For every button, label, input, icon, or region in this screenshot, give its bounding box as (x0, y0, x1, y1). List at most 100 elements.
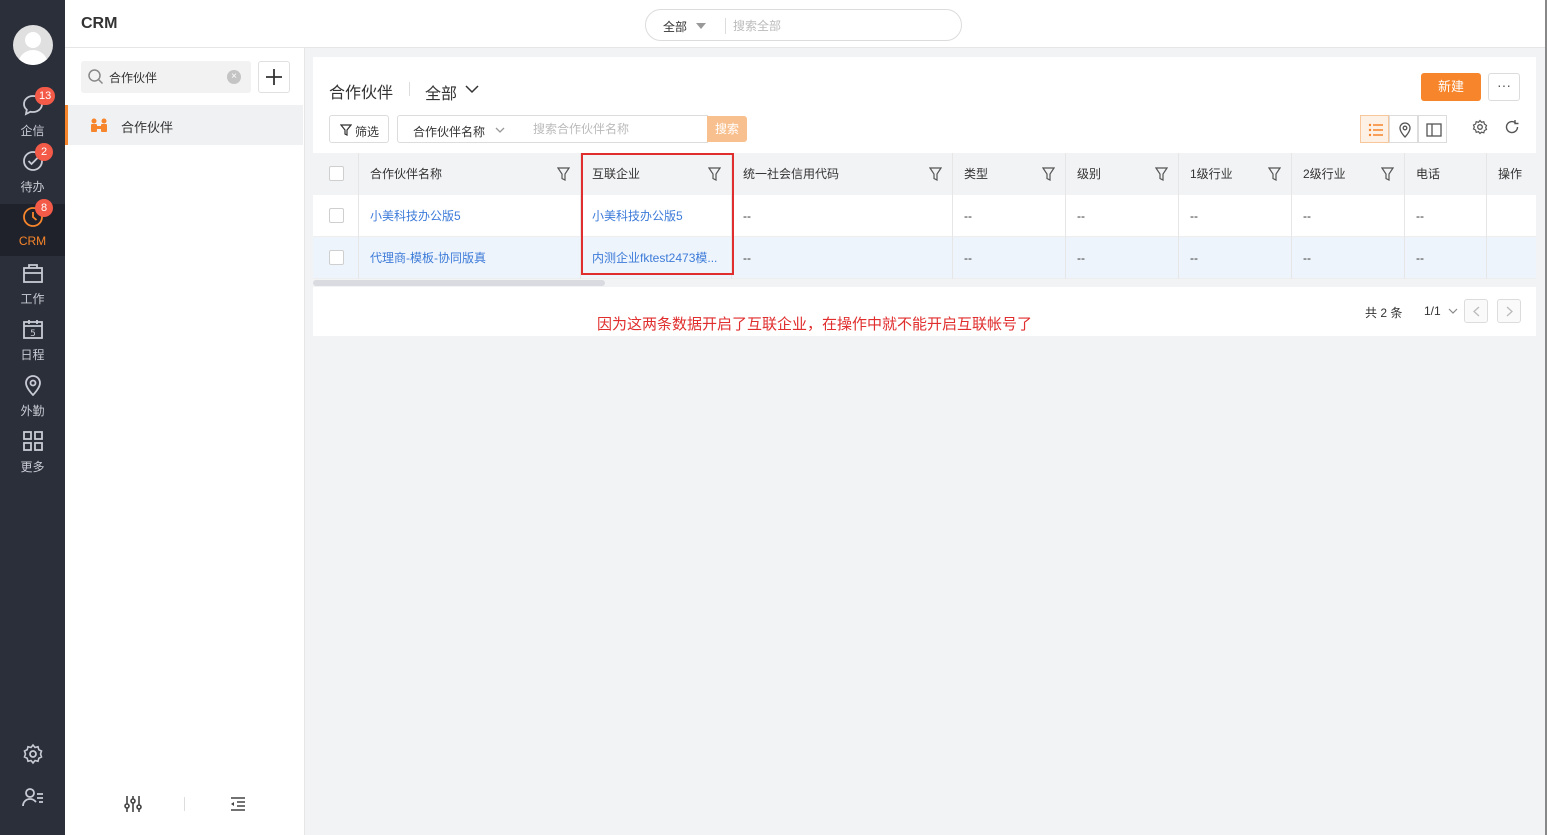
nav-item-todo[interactable]: 2 待办 (0, 143, 65, 200)
select-all-checkbox[interactable] (329, 166, 344, 181)
table-cell: -- (1066, 237, 1179, 279)
calendar-icon: 5 (23, 320, 43, 339)
settings-gear-icon (23, 743, 43, 765)
clear-icon[interactable]: × (227, 70, 241, 84)
sidebar-item-label: 合作伙伴 (121, 120, 174, 135)
table-row[interactable]: 小美科技办公版5 小美科技办公版5 -- -- -- -- -- -- (313, 195, 1536, 237)
nav-badge: 8 (35, 199, 53, 217)
nav-label: 更多 (20, 460, 45, 474)
sliders-icon (124, 796, 142, 812)
settings-icon[interactable] (1472, 119, 1488, 135)
search-input[interactable] (518, 115, 708, 143)
filter-icon[interactable] (1155, 167, 1168, 181)
partner-name-link[interactable]: 代理商-模板-协同版真 (359, 237, 581, 279)
search-icon (88, 69, 104, 85)
plus-icon (266, 69, 282, 85)
filter-icon[interactable] (557, 167, 570, 181)
pager-total: 共 2 条 (1365, 306, 1403, 320)
global-search: 全部 (645, 9, 962, 41)
search-button[interactable]: 搜索 (707, 116, 747, 142)
refresh-icon[interactable] (1504, 119, 1520, 135)
top-bar: CRM 全部 (65, 0, 1547, 48)
column-header[interactable]: 统一社会信用代码 (732, 153, 953, 195)
add-button[interactable] (258, 61, 290, 93)
action-cell[interactable] (1487, 237, 1536, 279)
table-header: 合作伙伴名称 互联企业 统一社会信用代码 类型 级别 1级行业 2级行业 电话 … (313, 153, 1536, 195)
row-checkbox[interactable] (329, 250, 344, 265)
chevron-down-icon[interactable] (1448, 308, 1458, 315)
chevron-down-icon[interactable] (465, 84, 479, 94)
nav-label: 日程 (20, 348, 45, 362)
filter-icon[interactable] (1042, 167, 1055, 181)
caret-down-icon[interactable] (696, 23, 706, 29)
column-header[interactable]: 合作伙伴名称 (359, 153, 581, 195)
sidebar-search-input[interactable] (109, 67, 219, 87)
avatar[interactable] (13, 25, 53, 65)
list-view-icon (1368, 123, 1383, 137)
table-cell: -- (1292, 195, 1405, 237)
scope-select[interactable]: 全部 (425, 80, 457, 104)
partner-icon (91, 118, 107, 132)
search-scope-select[interactable]: 全部 (663, 18, 687, 35)
funnel-icon (340, 124, 352, 136)
split-view-button[interactable] (1418, 115, 1447, 143)
nav-item-field[interactable]: 外勤 (0, 372, 65, 424)
linked-enterprise-link[interactable]: 内测企业fktest2473模... (581, 237, 732, 279)
list-view-button[interactable] (1360, 115, 1389, 143)
nav-item-work[interactable]: 工作 (0, 260, 65, 312)
nav-item-qixin[interactable]: 13 企信 (0, 87, 65, 144)
divider (725, 18, 726, 34)
page-title: 合作伙伴 (329, 85, 394, 102)
table-cell: -- (1179, 195, 1292, 237)
location-pin-icon (25, 375, 41, 396)
more-button[interactable]: ··· (1488, 73, 1520, 101)
nav-label: 外勤 (20, 404, 45, 418)
next-page-button[interactable] (1497, 299, 1521, 323)
filter-icon[interactable] (929, 167, 942, 181)
search-field-select[interactable]: 合作伙伴名称 (397, 115, 519, 143)
search-field-label: 合作伙伴名称 (413, 125, 486, 139)
table-cell: -- (732, 195, 953, 237)
svg-text:5: 5 (30, 329, 36, 339)
nav-item-crm[interactable]: 8 CRM (0, 199, 65, 256)
filter-icon[interactable] (1381, 167, 1394, 181)
new-button[interactable]: 新建 (1421, 73, 1481, 101)
column-header[interactable]: 电话 (1405, 153, 1487, 195)
filter-settings-button[interactable] (123, 794, 143, 817)
action-cell[interactable] (1487, 195, 1536, 237)
global-search-input[interactable] (733, 16, 943, 36)
table-cell: -- (1292, 237, 1405, 279)
nav-label: CRM (18, 234, 47, 248)
grid-icon (23, 431, 43, 451)
user-manage-icon (22, 788, 43, 807)
table-cell: -- (953, 195, 1066, 237)
nav-item-more[interactable]: 更多 (0, 428, 65, 480)
map-view-button[interactable] (1389, 115, 1418, 143)
pager-page-select[interactable]: 1/1 (1424, 304, 1441, 318)
filter-button[interactable]: 筛选 (329, 115, 389, 143)
settings-button[interactable] (0, 739, 65, 769)
filter-icon[interactable] (1268, 167, 1281, 181)
partner-name-link[interactable]: 小美科技办公版5 (359, 195, 581, 237)
module-sidebar: × 合作伙伴 (65, 48, 305, 835)
header-checkbox-cell (313, 153, 359, 195)
nav-item-schedule[interactable]: 5 日程 (0, 316, 65, 368)
prev-page-button[interactable] (1464, 299, 1488, 323)
filter-icon[interactable] (708, 167, 721, 181)
table-row[interactable]: 代理商-模板-协同版真 内测企业fktest2473模... -- -- -- … (313, 237, 1536, 279)
horizontal-scrollbar[interactable] (313, 279, 1536, 287)
sidebar-item-partner[interactable]: 合作伙伴 (65, 105, 303, 145)
row-checkbox[interactable] (329, 208, 344, 223)
collapse-menu-icon (231, 797, 245, 811)
scrollbar-thumb[interactable] (313, 280, 605, 286)
collapse-sidebar-button[interactable] (228, 794, 248, 817)
location-pin-icon (1399, 122, 1411, 138)
sidebar-search: × (81, 61, 251, 93)
user-manage-button[interactable] (0, 782, 65, 812)
table-cell: -- (1179, 237, 1292, 279)
row-checkbox-cell (313, 237, 359, 279)
nav-badge: 13 (35, 87, 56, 105)
linked-enterprise-link[interactable]: 小美科技办公版5 (581, 195, 732, 237)
table-cell: -- (953, 237, 1066, 279)
column-header[interactable]: 操作 (1487, 153, 1536, 195)
